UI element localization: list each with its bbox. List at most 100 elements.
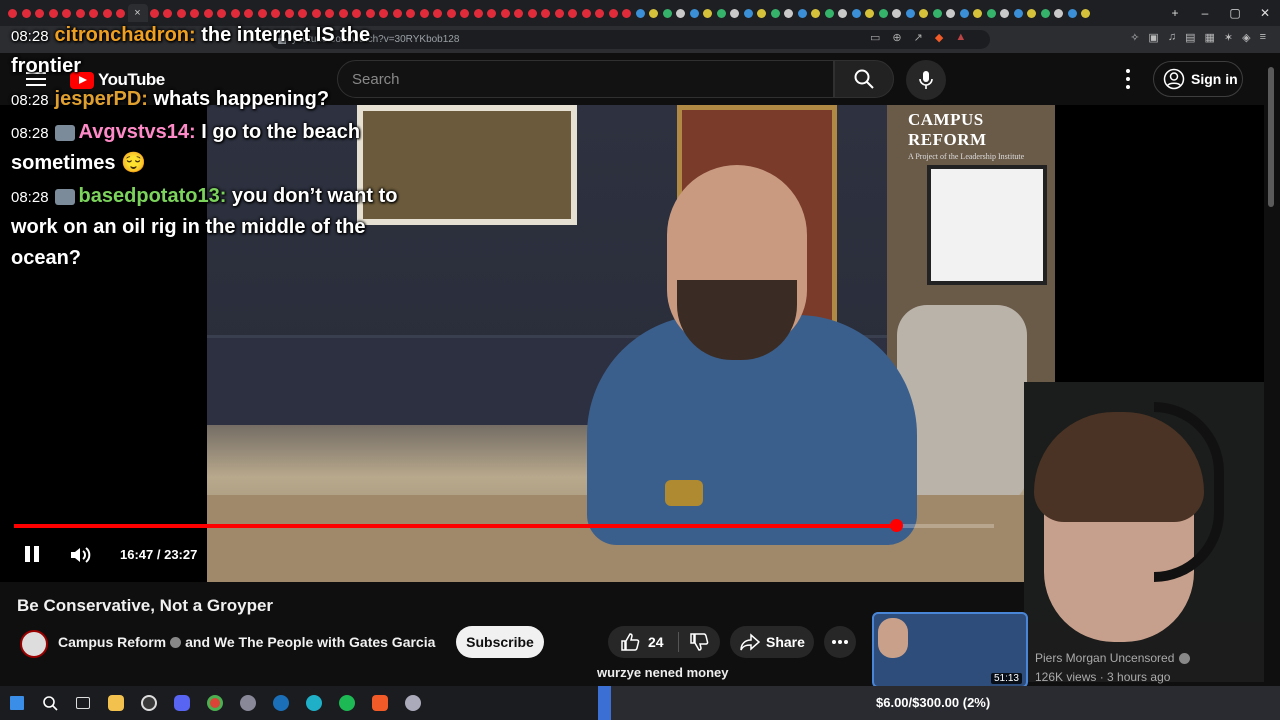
browser-tab[interactable] <box>742 4 756 22</box>
app-icon[interactable] <box>231 686 264 720</box>
browser-tab[interactable] <box>836 4 850 22</box>
browser-tab[interactable] <box>539 4 553 22</box>
vpn-icon[interactable]: ◈ <box>1242 31 1250 44</box>
browser-tab[interactable] <box>499 4 513 22</box>
collab-text[interactable]: and We The People with Gates Garcia <box>185 634 435 650</box>
browser-tab[interactable] <box>971 4 985 22</box>
browser-tab[interactable] <box>850 4 864 22</box>
browser-tab[interactable] <box>890 4 904 22</box>
thumbs-down-icon[interactable] <box>689 632 709 652</box>
browser-tab[interactable] <box>958 4 972 22</box>
file-explorer-icon[interactable] <box>99 686 132 720</box>
browser-tab[interactable] <box>431 4 445 22</box>
browser-tab[interactable] <box>580 4 594 22</box>
browser-tab[interactable] <box>458 4 472 22</box>
browser-tab[interactable] <box>661 4 675 22</box>
browser-tab[interactable] <box>593 4 607 22</box>
scrubber-handle[interactable] <box>890 519 903 532</box>
browser-tab[interactable] <box>823 4 837 22</box>
browser-tab[interactable] <box>620 4 634 22</box>
recommended-video-thumbnail[interactable]: 51:13 <box>872 612 1028 688</box>
scrollbar-thumb[interactable] <box>1268 67 1274 207</box>
browser-tab[interactable] <box>674 4 688 22</box>
browser-tab[interactable] <box>607 4 621 22</box>
browser-tab[interactable] <box>809 4 823 22</box>
reading-list-icon[interactable]: ▤ <box>1185 31 1195 44</box>
maximize-button[interactable]: ▢ <box>1220 6 1250 20</box>
volume-button[interactable] <box>68 544 94 566</box>
browser-tab[interactable] <box>688 4 702 22</box>
menu-icon[interactable]: ≡ <box>1260 31 1266 44</box>
brave-shield-icon[interactable]: ◆ <box>935 31 943 44</box>
close-window-button[interactable]: ✕ <box>1250 6 1280 20</box>
browser-tab[interactable] <box>931 4 945 22</box>
browser-tab[interactable] <box>1025 4 1039 22</box>
browser-tab[interactable] <box>647 4 661 22</box>
start-icon[interactable] <box>0 686 33 720</box>
app2-icon[interactable] <box>396 686 429 720</box>
taskbar-search-icon[interactable] <box>33 686 66 720</box>
browser-tab[interactable] <box>512 4 526 22</box>
recommended-channel[interactable]: Piers Morgan Uncensored <box>1035 651 1191 665</box>
browser-tab[interactable] <box>985 4 999 22</box>
browser-tab[interactable] <box>701 4 715 22</box>
browser-tab[interactable] <box>1066 4 1080 22</box>
voice-search-button[interactable] <box>906 60 946 100</box>
discord-icon[interactable] <box>165 686 198 720</box>
extensions-icon[interactable]: ✧ <box>1130 31 1139 44</box>
bookmark-icon[interactable]: ▭ <box>870 31 880 44</box>
browser-tab[interactable] <box>445 4 459 22</box>
browser-tab[interactable] <box>1012 4 1026 22</box>
pause-button[interactable] <box>22 544 42 566</box>
progress-bar[interactable] <box>14 519 994 532</box>
browser-tab[interactable] <box>904 4 918 22</box>
browser-tab[interactable] <box>1039 4 1053 22</box>
thumbs-up-icon[interactable] <box>620 632 640 652</box>
more-actions-button[interactable] <box>824 626 856 658</box>
browser-tab[interactable] <box>1052 4 1066 22</box>
browser-tab[interactable] <box>472 4 486 22</box>
channel-avatar[interactable] <box>20 630 48 658</box>
browser-tab[interactable] <box>728 4 742 22</box>
browser-tab[interactable] <box>526 4 540 22</box>
subscribe-button[interactable]: Subscribe <box>456 626 544 658</box>
browser-tab[interactable] <box>796 4 810 22</box>
brave-rewards-icon[interactable]: ▲ <box>955 31 966 44</box>
browser-tab[interactable] <box>553 4 567 22</box>
settings-menu-icon[interactable] <box>1118 67 1138 91</box>
browser-tab[interactable] <box>634 4 648 22</box>
music-icon[interactable]: ♫ <box>1168 31 1176 44</box>
browser-tab[interactable] <box>877 4 891 22</box>
browser-tab[interactable] <box>782 4 796 22</box>
browser-tab[interactable] <box>715 4 729 22</box>
brave-icon[interactable] <box>363 686 396 720</box>
new-tab-button[interactable]: + <box>1160 6 1190 20</box>
channel-name[interactable]: Campus Reform <box>58 634 166 650</box>
browser-tab[interactable] <box>917 4 931 22</box>
browser-tab[interactable] <box>485 4 499 22</box>
share-page-icon[interactable]: ↗ <box>914 31 923 44</box>
search-button[interactable] <box>834 60 894 98</box>
edge-icon[interactable] <box>297 686 330 720</box>
spotify-icon[interactable] <box>330 686 363 720</box>
browser-tab[interactable] <box>998 4 1012 22</box>
leo-icon[interactable]: ✶ <box>1224 31 1233 44</box>
browser-tab[interactable] <box>1079 4 1093 22</box>
zoom-icon[interactable]: ⊕ <box>892 31 901 44</box>
wallet-icon[interactable]: ▦ <box>1204 31 1214 44</box>
sidebar-icon[interactable]: ▣ <box>1148 31 1158 44</box>
steam-icon[interactable] <box>264 686 297 720</box>
channel-info[interactable]: Campus Reform and We The People with Gat… <box>58 634 435 650</box>
obs-icon[interactable] <box>132 686 165 720</box>
share-button[interactable]: Share <box>730 626 814 658</box>
page-scrollbar[interactable] <box>1264 53 1280 685</box>
sign-in-button[interactable]: Sign in <box>1153 61 1243 97</box>
browser-tab[interactable] <box>769 4 783 22</box>
browser-tab[interactable] <box>863 4 877 22</box>
browser-tab[interactable] <box>755 4 769 22</box>
browser-tab[interactable] <box>566 4 580 22</box>
browser-tab[interactable] <box>944 4 958 22</box>
chrome-icon[interactable] <box>198 686 231 720</box>
minimize-button[interactable]: – <box>1190 6 1220 20</box>
task-view-icon[interactable] <box>66 686 99 720</box>
